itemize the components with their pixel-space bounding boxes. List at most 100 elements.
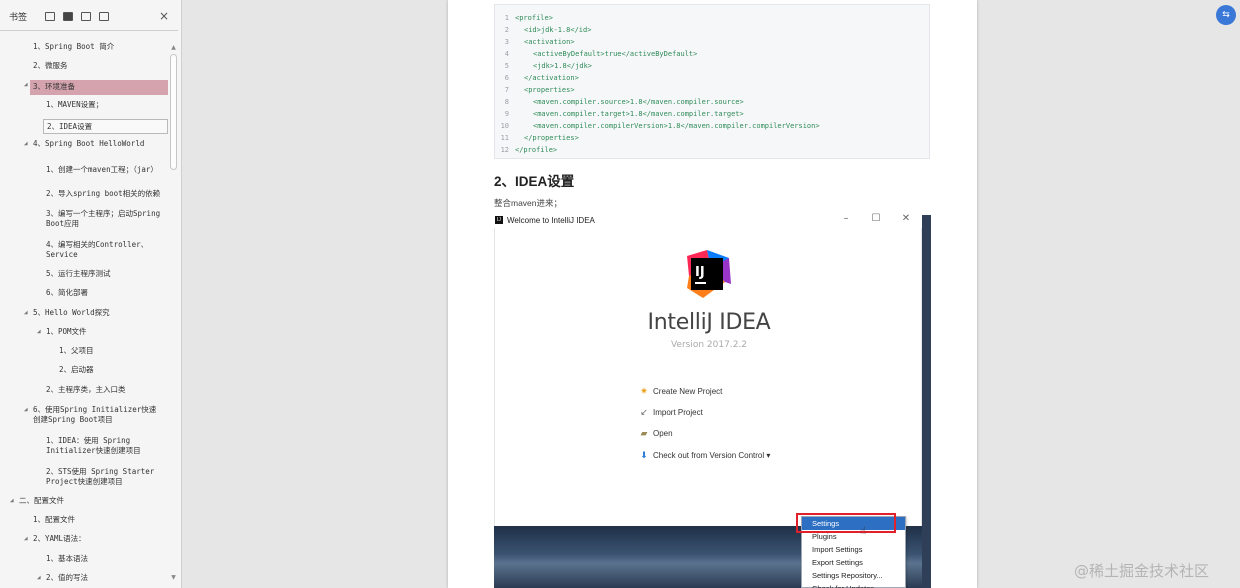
ij-titlebar: IJ Welcome to IntelliJ IDEA: [494, 212, 931, 228]
translate-icon[interactable]: ⇆: [1216, 5, 1236, 25]
watermark: @稀土掘金技术社区: [1074, 562, 1210, 580]
bookmark-label: 1、POM文件: [46, 327, 87, 336]
bookmark-label: 1、创建一个maven工程；（jar）: [46, 165, 158, 174]
bookmark-label: 1、Spring Boot 简介: [33, 42, 115, 51]
expand-all-icon[interactable]: [45, 11, 55, 21]
bookmark-label: 5、Hello World探究: [33, 308, 110, 317]
bookmark-item[interactable]: ◢ 1、POM文件: [37, 327, 162, 337]
code-text: <id>jdk-1.8</id>: [524, 26, 592, 34]
intellij-screenshot: IJ Welcome to IntelliJ IDEA – ☐ ✕ IJ Int…: [494, 212, 931, 588]
bookmark-item[interactable]: 2、STS使用 Spring Starter Project快速创建项目: [46, 467, 162, 487]
line-number: 7: [504, 86, 509, 94]
welcome-action-label: Open: [653, 429, 673, 438]
hand-cursor-icon: ☝: [860, 526, 867, 537]
document-page: 1 <profile> 2 <id>jdk-1.8</id> 3 <activation>…: [448, 0, 977, 588]
close-window-icon: ✕: [901, 213, 911, 224]
collapse-toggle-icon[interactable]: ◢: [24, 139, 28, 149]
code-text: <jdk>1.8</jdk>: [533, 62, 593, 70]
add-bookmark-icon[interactable]: [81, 11, 91, 21]
bookmark-label: 6、简化部署: [46, 288, 89, 297]
collapse-toggle-icon[interactable]: ◢: [24, 405, 28, 415]
bookmark-item[interactable]: 2、IDEA设置: [43, 119, 168, 134]
line-number: 3: [504, 38, 509, 46]
code-line: 8 <maven.compiler.source>1.8</maven.compi…: [495, 96, 929, 108]
bookmark-item[interactable]: 2、导入spring boot相关的依赖: [46, 189, 162, 199]
bookmark-item[interactable]: 1、Spring Boot 简介: [33, 42, 162, 52]
code-line: 9 <maven.compiler.target>1.8</maven.compi…: [495, 108, 929, 120]
collapse-toggle-icon[interactable]: ◢: [24, 80, 28, 90]
code-line: 11 </properties>: [495, 132, 929, 144]
bookmark-item[interactable]: ◢ 5、Hello World探究: [24, 308, 162, 318]
line-number: 10: [500, 122, 509, 130]
intellij-small-icon: IJ: [495, 216, 503, 224]
maximize-icon: ☐: [871, 213, 881, 224]
bookmark-item[interactable]: ◢ 2、YAML语法：: [24, 534, 162, 544]
code-line: 5 <jdk>1.8</jdk>: [495, 60, 929, 72]
collapse-toggle-icon[interactable]: ◢: [24, 534, 28, 544]
collapse-toggle-icon[interactable]: ◢: [24, 308, 28, 318]
code-text: </properties>: [524, 134, 579, 142]
bookmark-item[interactable]: 4、编写相关的Controller、Service: [46, 240, 162, 260]
bookmark-label: 2、主程序类，主入口类: [46, 385, 126, 394]
line-number: 1: [504, 14, 509, 22]
sidebar-scrollbar[interactable]: ▲ ▼: [169, 44, 178, 584]
scroll-up-icon[interactable]: ▲: [169, 44, 178, 52]
bookmark-item[interactable]: ◢ 2、值的写法: [37, 573, 162, 583]
bookmark-item[interactable]: 1、基本语法: [46, 554, 162, 564]
line-number: 8: [504, 98, 509, 106]
bookmark-options-icon[interactable]: [99, 11, 109, 21]
section-paragraph: 整合maven进来；: [494, 198, 563, 208]
bookmark-label: 6、使用Spring Initializer快速创建Spring Boot项目: [33, 405, 157, 424]
bookmark-item[interactable]: 1、MAVEN设置；: [46, 100, 162, 110]
bookmark-icon[interactable]: [63, 11, 73, 21]
bookmark-label: 2、STS使用 Spring Starter Project快速创建项目: [46, 467, 155, 486]
code-text: <activation>: [524, 38, 575, 46]
bookmark-label: 二、配置文件: [19, 496, 64, 505]
bookmark-item[interactable]: 1、创建一个maven工程；（jar）: [46, 165, 162, 175]
bookmark-label: 5、运行主程序测试: [46, 269, 111, 278]
bookmark-label: 2、启动器: [59, 365, 94, 374]
minimize-icon: –: [843, 213, 849, 224]
bookmark-label: 1、IDEA：使用 Spring Initializer快速创建项目: [46, 436, 141, 455]
bookmark-item[interactable]: 1、配置文件: [33, 515, 162, 525]
bookmark-item[interactable]: ◢ 4、Spring Boot HelloWorld: [24, 139, 162, 149]
bookmark-item[interactable]: 1、父项目: [59, 346, 162, 356]
bookmark-item[interactable]: 2、启动器: [59, 365, 162, 375]
bookmark-item[interactable]: 6、简化部署: [46, 288, 162, 298]
arrow-down-icon: ⬇: [640, 450, 648, 460]
code-line: 7 <properties>: [495, 84, 929, 96]
collapse-toggle-icon[interactable]: ◢: [37, 573, 41, 583]
scrollbar-thumb[interactable]: [170, 54, 177, 170]
highlight-annotation: [796, 513, 896, 533]
line-number: 9: [504, 110, 509, 118]
code-text: <maven.compiler.target>1.8</maven.compil…: [533, 110, 744, 118]
scroll-down-icon[interactable]: ▼: [169, 574, 178, 582]
bookmark-item[interactable]: ◢ 3、环境准备: [24, 80, 168, 95]
import-icon: ↙: [640, 407, 648, 417]
bookmark-item[interactable]: ◢ 6、使用Spring Initializer快速创建Spring Boot项目: [24, 405, 162, 425]
pdf-reader-window: 书签 × 1、Spring Boot 简介 2、微服务 ◢ 3、环境准备 1、MAVEN…: [0, 0, 1240, 588]
sun-icon: ✷: [640, 386, 648, 396]
bookmark-item[interactable]: ◢ 二、配置文件: [10, 496, 162, 506]
bookmark-tree: 1、Spring Boot 简介 2、微服务 ◢ 3、环境准备 1、MAVEN设置； 2、…: [0, 36, 168, 588]
welcome-action: ▰ Open: [638, 428, 673, 439]
sidebar-divider: [0, 30, 178, 31]
code-line: 1 <profile>: [495, 12, 929, 24]
section-heading: 2、IDEA设置: [494, 174, 575, 189]
code-text: <maven.compiler.compilerVersion>1.8</mav…: [533, 122, 820, 130]
bookmark-item[interactable]: 3、编写一个主程序；启动Spring Boot应用: [46, 209, 162, 229]
ij-welcome-panel: IJ IntelliJ IDEA Version 2017.2.2 ✷ Creat…: [494, 228, 922, 526]
welcome-action: ⬇ Check out from Version Control ▾: [638, 450, 770, 461]
line-number: 12: [500, 146, 509, 154]
collapse-toggle-icon[interactable]: ◢: [37, 327, 41, 337]
bookmark-item[interactable]: 2、微服务: [33, 61, 162, 71]
bookmark-label: 3、编写一个主程序；启动Spring Boot应用: [46, 209, 161, 228]
close-icon[interactable]: ×: [158, 9, 170, 23]
bookmark-label: 1、配置文件: [33, 515, 76, 524]
bookmark-item[interactable]: 1、IDEA：使用 Spring Initializer快速创建项目: [46, 436, 162, 456]
code-line: 6 </activation>: [495, 72, 929, 84]
bookmark-item[interactable]: 5、运行主程序测试: [46, 269, 162, 279]
product-version: Version 2017.2.2: [670, 340, 748, 350]
bookmark-item[interactable]: 2、主程序类，主入口类: [46, 385, 162, 395]
collapse-toggle-icon[interactable]: ◢: [10, 496, 14, 506]
